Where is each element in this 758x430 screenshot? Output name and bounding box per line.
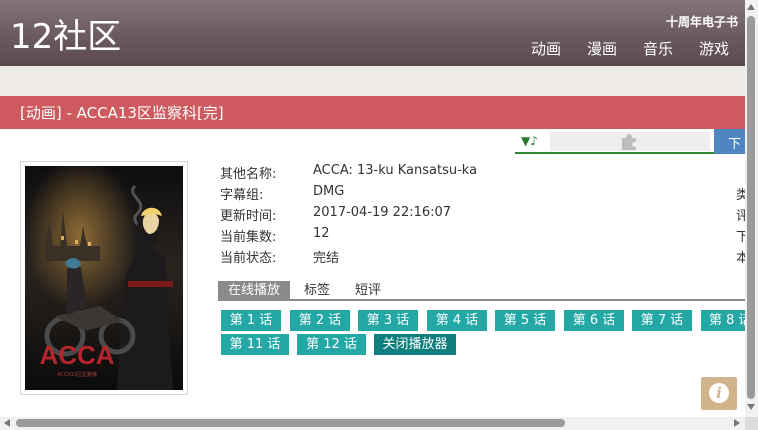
horizontal-scrollbar[interactable]: [0, 417, 745, 430]
info-label: 更新时间:: [220, 209, 277, 224]
scroll-right-icon[interactable]: [734, 419, 740, 427]
vertical-scroll-thumb[interactable]: [747, 16, 755, 399]
episode-button[interactable]: 第 3 话: [358, 310, 418, 331]
horizontal-scroll-thumb[interactable]: [16, 419, 565, 427]
info-value: ACCA: 13-ku Kansatsu-ka: [313, 163, 478, 178]
music-player-strip: ▼♪: [515, 131, 714, 154]
info-value: DMG: [313, 184, 345, 199]
info-label: 当前集数:: [220, 230, 277, 245]
scroll-down-icon[interactable]: [747, 404, 755, 410]
episode-button[interactable]: 第 6 话: [564, 310, 624, 331]
poster-frame: ACCA ACCA13区監察課: [20, 161, 188, 395]
main-nav: 动画 漫画 音乐 游戏: [505, 38, 729, 60]
ebook-link[interactable]: 十周年电子书: [666, 13, 738, 30]
episode-button[interactable]: 第 5 话: [495, 310, 555, 331]
info-value: 12: [313, 226, 330, 241]
content-tabs: 在线播放 标签 短评: [218, 281, 745, 301]
episode-button[interactable]: 第 7 话: [632, 310, 692, 331]
nav-item-anime[interactable]: 动画: [531, 38, 561, 60]
page: 12社区 十周年电子书 动画 漫画 音乐 游戏 [动画] - ACCA13区监察…: [0, 0, 758, 430]
info-value: 完结: [313, 251, 340, 266]
anime-poster-image[interactable]: ACCA ACCA13区監察課: [25, 166, 183, 390]
scroll-up-icon[interactable]: [747, 4, 755, 10]
poster-title: ACCA: [39, 340, 114, 370]
music-note-icon[interactable]: ▼♪: [521, 134, 538, 148]
nav-item-music[interactable]: 音乐: [643, 38, 673, 60]
nav-item-manga[interactable]: 漫画: [587, 38, 617, 60]
episode-button[interactable]: 第 8 话: [701, 310, 745, 331]
episode-button[interactable]: 第 1 话: [221, 310, 281, 331]
info-value: 2017-04-19 22:16:07: [313, 205, 452, 220]
info-icon[interactable]: i: [701, 377, 737, 410]
puzzle-icon: [622, 134, 636, 150]
tab-online-play[interactable]: 在线播放: [218, 281, 291, 301]
close-player-button[interactable]: 关闭播放器: [374, 334, 456, 355]
episode-button[interactable]: 第 4 话: [427, 310, 487, 331]
site-logo[interactable]: 12社区: [10, 17, 121, 57]
title-bar: [动画] - ACCA13区监察科[完]: [0, 96, 745, 129]
episode-button[interactable]: 第 2 话: [290, 310, 350, 331]
vertical-scrollbar[interactable]: [745, 0, 758, 430]
tab-tags[interactable]: 标签: [304, 281, 330, 301]
nav-item-games[interactable]: 游戏: [699, 38, 729, 60]
page-title: [动画] - ACCA13区监察科[完]: [20, 104, 224, 122]
episode-button[interactable]: 第 11 话: [221, 334, 289, 355]
plugin-placeholder[interactable]: [550, 132, 710, 151]
scroll-left-icon[interactable]: [4, 419, 10, 427]
site-header: 12社区 十周年电子书 动画 漫画 音乐 游戏: [0, 0, 758, 66]
header-spacer-band: [0, 66, 758, 96]
scrollbar-corner: [745, 417, 758, 430]
poster-subtitle: ACCA13区監察課: [57, 371, 97, 378]
tab-reviews[interactable]: 短评: [355, 281, 381, 301]
episode-button[interactable]: 第 12 话: [297, 334, 366, 355]
info-label: 其他名称:: [220, 167, 277, 182]
info-glyph: i: [709, 383, 729, 403]
info-label: 字幕组:: [220, 188, 264, 203]
info-label: 当前状态:: [220, 251, 277, 266]
